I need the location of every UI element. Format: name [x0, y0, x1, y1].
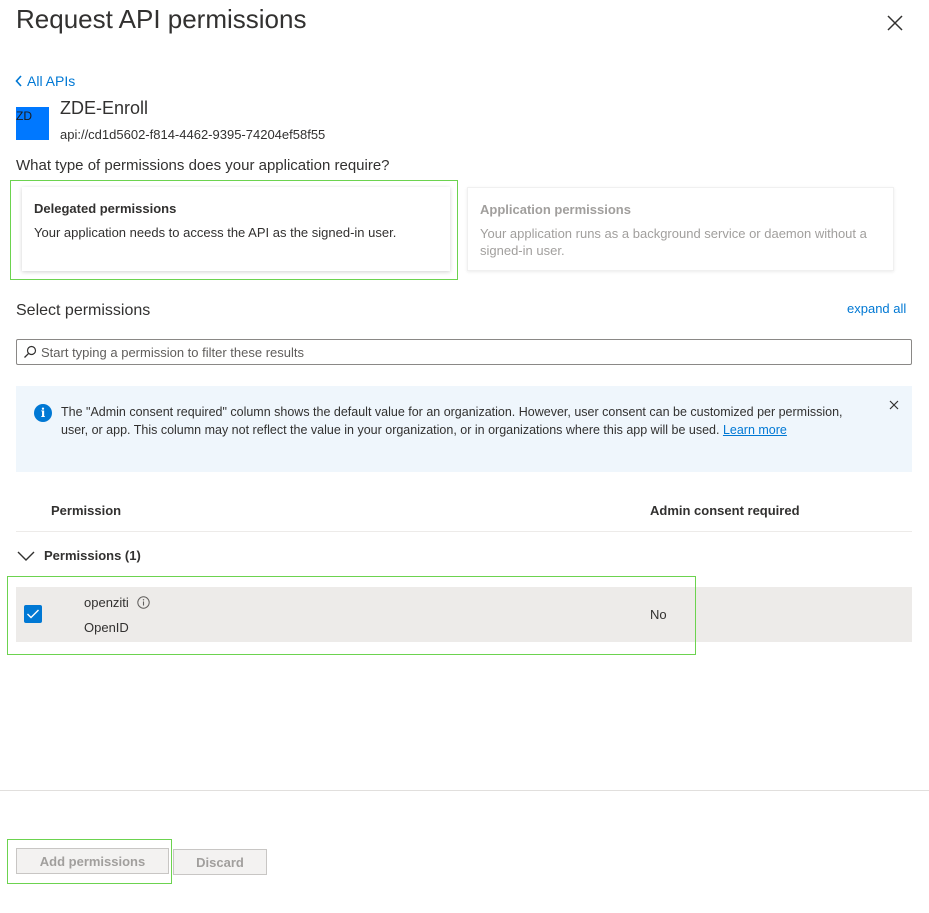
select-permissions-label: Select permissions	[16, 302, 151, 319]
api-uri: api://cd1d5602-f814-4462-9395-74204ef58f…	[60, 127, 326, 142]
chevron-left-icon	[15, 75, 22, 87]
table-header-divider	[16, 531, 912, 532]
dismiss-info-button[interactable]	[886, 397, 902, 413]
column-header-admin-consent[interactable]: Admin consent required	[650, 503, 800, 518]
admin-consent-info-bar: i The "Admin consent required" column sh…	[16, 386, 912, 472]
footer-divider	[0, 790, 929, 791]
discard-button[interactable]: Discard	[173, 849, 267, 875]
request-api-permissions-panel: Request API permissions All APIs ZD ZDE-…	[0, 0, 929, 913]
application-permissions-title: Application permissions	[480, 202, 631, 217]
permission-description: OpenID	[84, 620, 129, 635]
delegated-permissions-description: Your application needs to access the API…	[34, 225, 397, 240]
checkmark-icon	[27, 609, 39, 619]
admin-consent-value: No	[650, 607, 667, 622]
chevron-down-icon	[17, 551, 35, 561]
close-icon	[887, 15, 903, 31]
permission-filter[interactable]	[16, 339, 912, 365]
column-header-permission[interactable]: Permission	[51, 503, 121, 518]
delegated-permissions-title: Delegated permissions	[34, 201, 177, 216]
close-button[interactable]	[882, 10, 908, 36]
permission-filter-input[interactable]	[37, 344, 911, 360]
application-permissions-description: Your application runs as a background se…	[480, 226, 867, 258]
all-apis-label: All APIs	[27, 73, 76, 89]
search-icon	[24, 345, 37, 358]
close-icon	[889, 400, 899, 410]
api-tile: ZD	[16, 107, 49, 140]
expand-all-link[interactable]: expand all	[847, 301, 906, 316]
application-permissions-card[interactable]: Application permissions Your application…	[467, 187, 894, 271]
delegated-permissions-card[interactable]: Delegated permissions Your application n…	[22, 187, 450, 271]
panel-title: Request API permissions	[16, 4, 307, 34]
permissions-group-label: Permissions (1)	[44, 548, 141, 563]
permission-name: openziti	[84, 595, 150, 610]
permission-checkbox[interactable]	[24, 605, 42, 623]
permission-name-text: openziti	[84, 595, 129, 610]
permissions-group-toggle[interactable]: Permissions (1)	[16, 548, 141, 563]
api-name: ZDE-Enroll	[60, 98, 149, 118]
add-permissions-button[interactable]: Add permissions	[16, 848, 169, 874]
table-row[interactable]: openziti OpenID No	[16, 587, 912, 642]
learn-more-link[interactable]: Learn more	[723, 423, 787, 437]
info-icon: i	[34, 404, 52, 422]
all-apis-link[interactable]: All APIs	[15, 73, 75, 89]
info-bar-text: The "Admin consent required" column show…	[61, 404, 871, 439]
info-icon[interactable]	[137, 596, 150, 609]
permission-type-question: What type of permissions does your appli…	[16, 157, 390, 174]
